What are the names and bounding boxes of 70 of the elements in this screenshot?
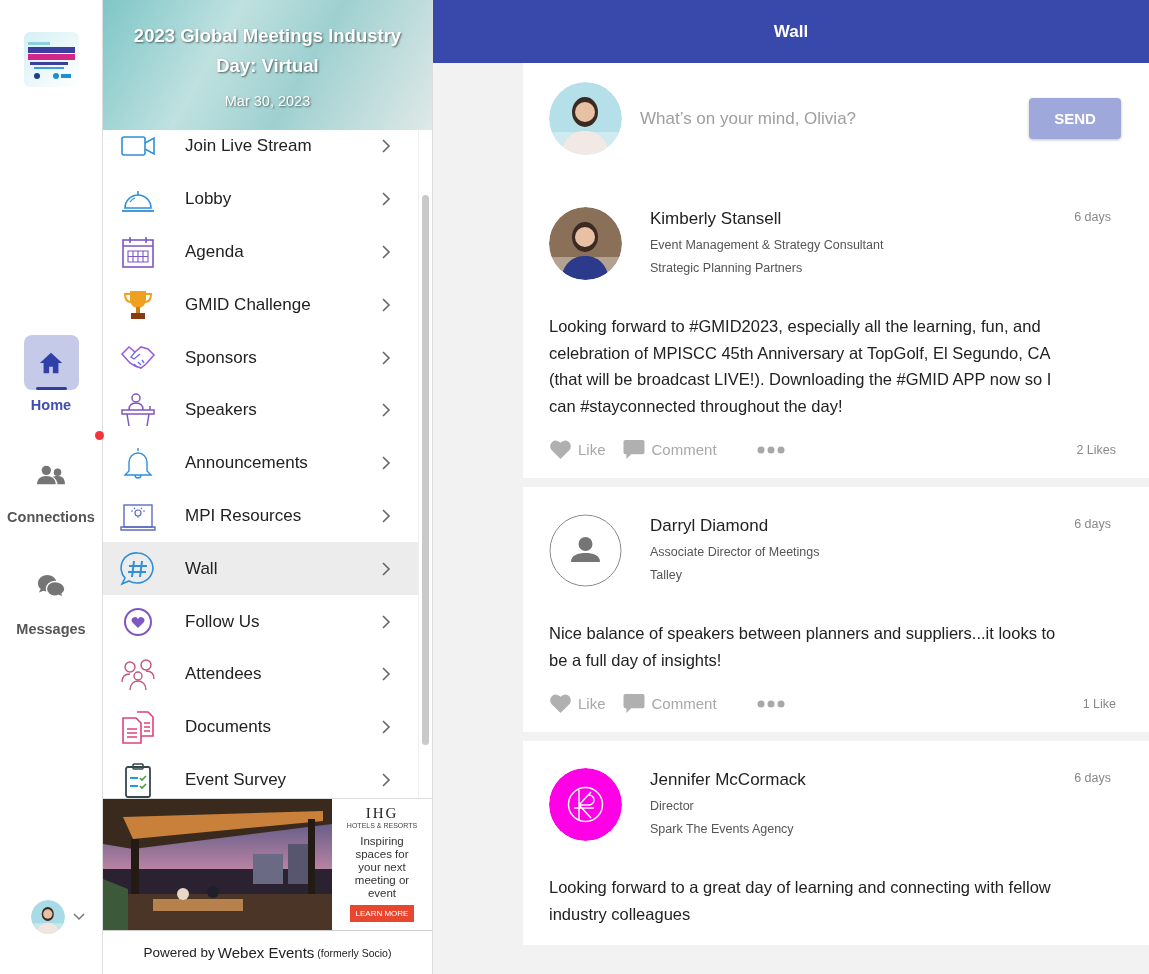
- calendar-icon: [120, 234, 156, 270]
- menu-label: GMID Challenge: [185, 294, 312, 315]
- menu-label: Sponsors: [185, 347, 258, 368]
- chevron-right-icon: [380, 561, 392, 576]
- more-icon[interactable]: [756, 445, 785, 454]
- menu-label: Documents: [185, 717, 272, 738]
- menu-label: Lobby: [185, 189, 233, 210]
- chevron-right-icon: [380, 297, 392, 312]
- menu-label: Follow Us: [185, 611, 261, 632]
- logo-avatar-icon: [549, 768, 622, 841]
- learn-more-button[interactable]: LEARN MORE: [349, 905, 415, 922]
- post-text: Looking forward to a great day of learning and connecting with fellow industry colleagues: [549, 877, 1052, 925]
- author-name[interactable]: Jennifer McCormack: [650, 770, 1075, 790]
- author-name[interactable]: Kimberly Stansell: [650, 209, 1075, 229]
- post-text: Nice balance of speakers between planners and suppliers...it looks to be a full day of insights!: [549, 623, 1057, 671]
- chevron-right-icon: [380, 456, 392, 471]
- author-company: Talley: [650, 568, 683, 582]
- heart-icon: [549, 693, 572, 714]
- hashtag-chat-icon: [120, 550, 156, 587]
- post-time: 6 days: [1074, 210, 1111, 224]
- author-title: Director: [650, 799, 695, 813]
- chevron-right-icon: [380, 614, 392, 629]
- chevron-right-icon: [380, 139, 392, 154]
- post-time: 6 days: [1074, 517, 1111, 531]
- chevron-right-icon: [380, 403, 392, 418]
- comment-icon: [621, 693, 646, 714]
- author-company: Strategic Planning Partners: [650, 261, 804, 275]
- menu-label: Wall: [185, 558, 219, 579]
- nav-tab[interactable]: Connections: [7, 447, 95, 525]
- author-company: Spark The Events Agency: [650, 822, 795, 836]
- event-title: 2023 Global Meetings Industry Day: Virtual: [132, 24, 403, 78]
- ad-text: Inspiring spaces for your next meeting or event: [353, 835, 411, 900]
- menu-label: Attendees: [185, 664, 263, 685]
- menu-label: Announcements: [185, 453, 309, 474]
- logo-icon: [23, 32, 79, 87]
- default-avatar-icon: [549, 514, 622, 587]
- people-icon: [120, 656, 156, 693]
- more-icon[interactable]: [756, 699, 785, 708]
- author-title: Associate Director of Meetings: [650, 545, 821, 559]
- chevron-right-icon: [380, 350, 392, 365]
- like-count[interactable]: 1 Like: [1082, 696, 1116, 711]
- page-title: Wall: [433, 0, 1149, 63]
- post-time: 6 days: [1074, 771, 1111, 785]
- scrollbar-thumb[interactable]: [422, 195, 429, 745]
- menu-label: Join Live Stream: [185, 136, 313, 157]
- chevron-right-icon: [380, 772, 392, 787]
- chevron-right-icon: [380, 508, 392, 523]
- menu-label: Speakers: [185, 400, 258, 421]
- brand-name: IHG: [365, 805, 399, 822]
- chevron-right-icon: [380, 667, 392, 682]
- comment-icon: [621, 439, 646, 460]
- author-name[interactable]: Darryl Diamond: [650, 516, 1075, 536]
- post-input-field[interactable]: What’s on your mind, Olivia?: [638, 107, 1029, 130]
- menu-label: MPI Resources: [185, 505, 303, 526]
- chevron-right-icon: [380, 192, 392, 207]
- documents-icon: [120, 709, 156, 746]
- chevron-right-icon: [380, 720, 392, 735]
- menu-label: Event Survey: [185, 769, 288, 790]
- menu-label: Agenda: [185, 242, 245, 262]
- author-title: Event Management & Strategy Consultant: [650, 238, 885, 252]
- chevron-right-icon: [380, 245, 392, 259]
- nav-tab[interactable]: Messages: [16, 559, 86, 637]
- podium-icon: [120, 392, 156, 429]
- post-text: Looking forward to #GMID2023, especially all the learning, fun, and celebration of MPISCC 45th Anniversary at TopGolf, El Segundo, CA (that will be broadcast LIVE!). Downloading the #GMID APP now so I can #stayconnected throughout the day!: [549, 316, 1053, 417]
- user-avatar: [31, 900, 65, 934]
- powered-by-text: Powered by Webex Events (formerly Socio): [142, 943, 393, 963]
- event-date: Mar 30, 2023: [224, 93, 311, 109]
- like-count[interactable]: 2 Likes: [1076, 442, 1116, 457]
- menu-item[interactable]: Wall: [103, 542, 418, 596]
- heart-icon: [549, 439, 572, 460]
